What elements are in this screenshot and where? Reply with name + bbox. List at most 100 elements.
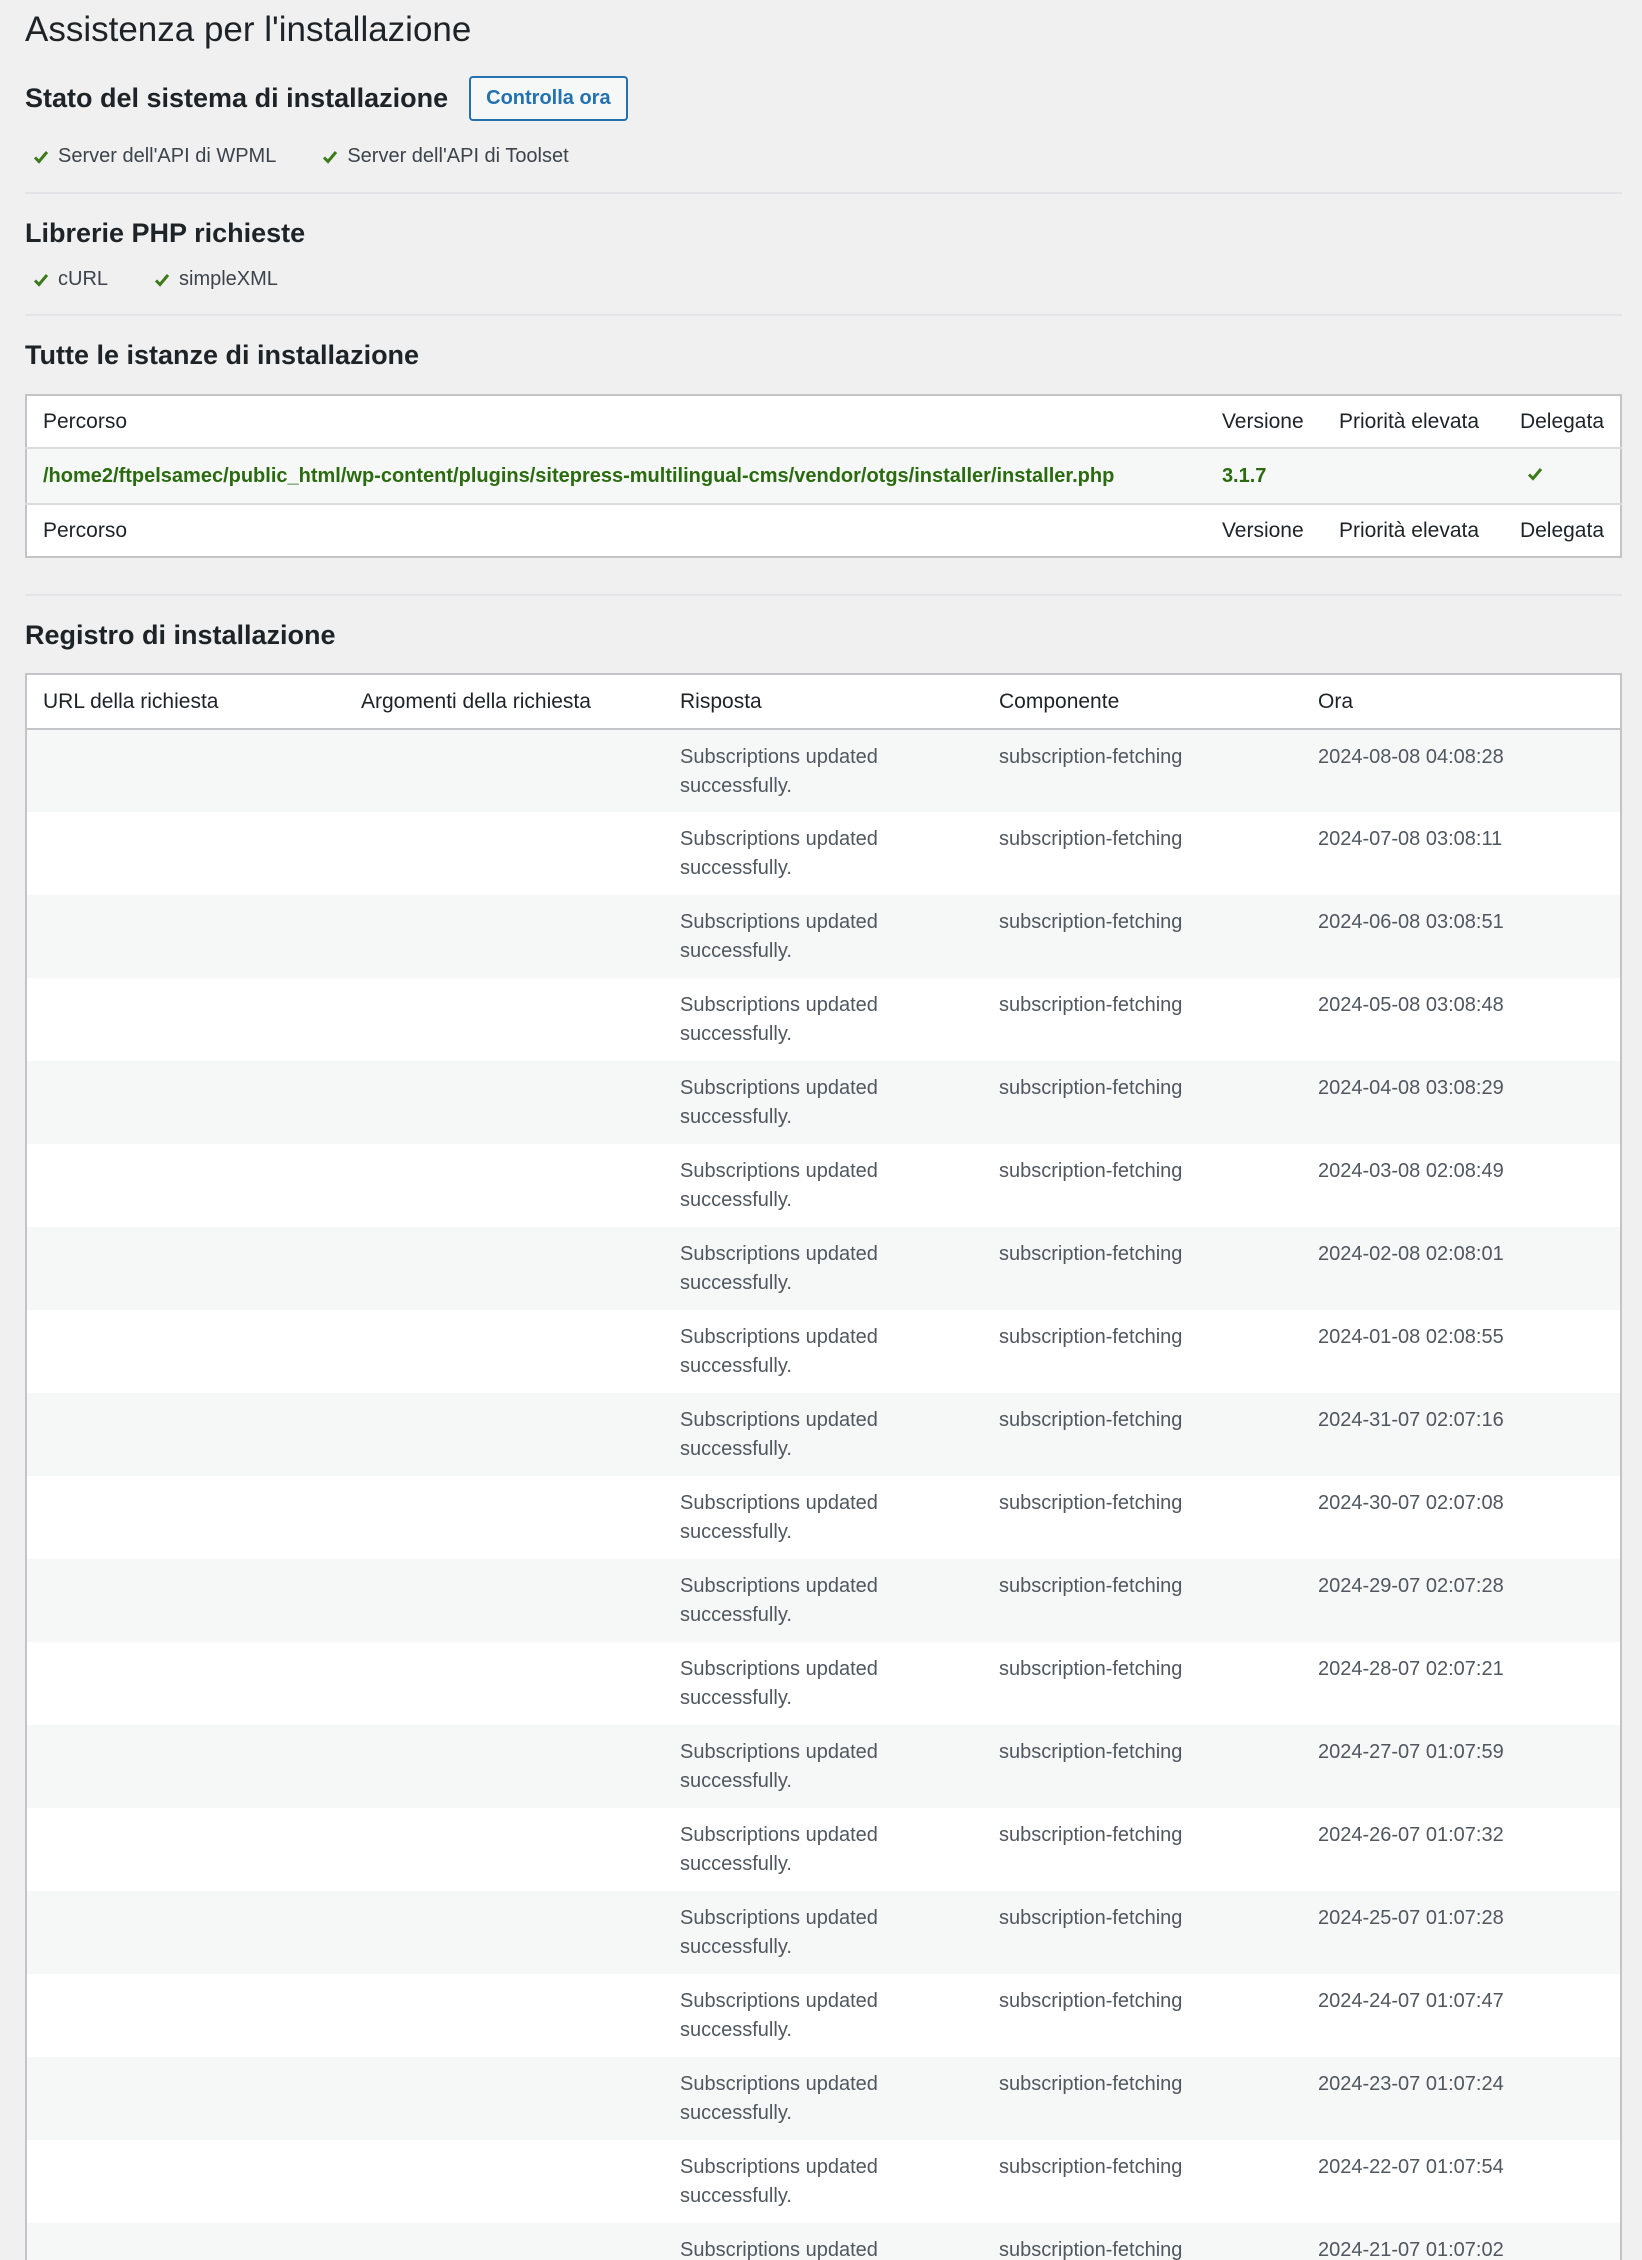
log-response-cell: Subscriptions updated successfully.	[664, 1227, 983, 1310]
instances-heading: Tutte le istanze di installazione	[25, 340, 420, 370]
log-response-cell: Subscriptions updated successfully.	[664, 978, 983, 1061]
check-item-simplexml: simpleXML	[146, 268, 278, 291]
table-row: Subscriptions updated successfully.subsc…	[26, 1227, 1621, 1310]
log-url-cell	[26, 2057, 345, 2140]
log-component-cell: subscription-fetching	[983, 812, 1302, 895]
log-response-cell: Subscriptions updated successfully.	[664, 1642, 983, 1725]
log-url-cell	[26, 1725, 345, 1808]
column-header-response: Risposta	[664, 674, 983, 730]
log-time-cell: 2024-25-07 01:07:28	[1302, 1891, 1621, 1974]
check-item-toolset-api: Server dell'API di Toolset	[314, 145, 569, 168]
log-url-cell	[26, 729, 345, 812]
log-url-cell	[26, 1144, 345, 1227]
log-time-cell: 2024-06-08 03:08:51	[1302, 895, 1621, 978]
installer-support-page: Assistenza per l'installazione Stato del…	[0, 0, 1642, 2260]
table-row: Subscriptions updated successfully.subsc…	[26, 729, 1621, 812]
column-footer-version: Versione	[1221, 518, 1304, 542]
check-label: simpleXML	[179, 268, 278, 290]
log-component-cell: subscription-fetching	[983, 895, 1302, 978]
column-header-priority: Priorità elevata	[1338, 409, 1480, 433]
log-component-cell: subscription-fetching	[983, 1642, 1302, 1725]
log-url-cell	[26, 978, 345, 1061]
log-url-cell	[26, 1393, 345, 1476]
log-time-cell: 2024-08-08 04:08:28	[1302, 729, 1621, 812]
log-time-cell: 2024-03-08 02:08:49	[1302, 1144, 1621, 1227]
log-component-cell: subscription-fetching	[983, 1144, 1302, 1227]
log-table: URL della richiesta Argomenti della rich…	[25, 673, 1622, 2260]
log-response-cell: Subscriptions updated successfully.	[664, 1974, 983, 2057]
log-component-cell: subscription-fetching	[983, 1808, 1302, 1891]
instance-delegated	[1503, 447, 1621, 505]
log-response-cell: Subscriptions updated successfully.	[664, 1476, 983, 1559]
log-args-cell	[345, 729, 664, 812]
log-time-cell: 2024-28-07 02:07:21	[1302, 1642, 1621, 1725]
column-header-path: Percorso	[43, 409, 128, 433]
log-time-cell: 2024-05-08 03:08:48	[1302, 978, 1621, 1061]
log-args-cell	[345, 1808, 664, 1891]
log-args-cell	[345, 1725, 664, 1808]
divider	[25, 314, 1622, 316]
log-response-cell: Subscriptions updated successfully.	[664, 1144, 983, 1227]
table-row: Subscriptions updated successfully.subsc…	[26, 1559, 1621, 1642]
column-footer-delegated: Delegata	[1519, 518, 1604, 542]
check-label: cURL	[58, 268, 109, 290]
log-component-cell: subscription-fetching	[983, 1725, 1302, 1808]
log-url-cell	[26, 1974, 345, 2057]
table-row: Subscriptions updated successfully.subsc…	[26, 1476, 1621, 1559]
table-row: Subscriptions updated successfully.subsc…	[26, 1642, 1621, 1725]
log-args-cell	[345, 1227, 664, 1310]
check-label: Server dell'API di WPML	[58, 145, 277, 167]
table-row: Subscriptions updated successfully.subsc…	[26, 978, 1621, 1061]
log-args-cell	[345, 1891, 664, 1974]
php-library-checks: cURL simpleXML	[25, 268, 1622, 291]
instances-table: Percorso Versione Priorità elevata Deleg…	[25, 394, 1622, 558]
log-url-cell	[26, 2223, 345, 2260]
log-component-cell: subscription-fetching	[983, 1393, 1302, 1476]
table-row: Subscriptions updated successfully.subsc…	[26, 2140, 1621, 2223]
log-time-cell: 2024-07-08 03:08:11	[1302, 812, 1621, 895]
log-time-cell: 2024-31-07 02:07:16	[1302, 1393, 1621, 1476]
table-row: /home2/ftpelsamec/public_html/wp-content…	[26, 447, 1621, 505]
log-url-cell	[26, 1310, 345, 1393]
log-args-cell	[345, 1393, 664, 1476]
log-url-cell	[26, 2140, 345, 2223]
log-time-cell: 2024-24-07 01:07:47	[1302, 1974, 1621, 2057]
column-header-version: Versione	[1221, 409, 1304, 433]
instance-path: /home2/ftpelsamec/public_html/wp-content…	[26, 447, 1206, 505]
table-row: Subscriptions updated successfully.subsc…	[26, 1891, 1621, 1974]
log-url-cell	[26, 1891, 345, 1974]
log-args-cell	[345, 895, 664, 978]
table-header-row: Percorso Versione Priorità elevata Deleg…	[26, 395, 1621, 448]
table-row: Subscriptions updated successfully.subsc…	[26, 2223, 1621, 2260]
log-args-cell	[345, 1476, 664, 1559]
log-args-cell	[345, 1974, 664, 2057]
log-args-cell	[345, 2140, 664, 2223]
checkmark-icon	[33, 273, 49, 287]
table-header-row: URL della richiesta Argomenti della rich…	[26, 674, 1621, 730]
instance-priority	[1322, 447, 1504, 505]
check-now-button[interactable]: Controlla ora	[469, 76, 628, 121]
log-time-cell: 2024-04-08 03:08:29	[1302, 1061, 1621, 1144]
log-table-body: Subscriptions updated successfully. subsc…	[26, 729, 1621, 2260]
log-heading: Registro di installazione	[25, 620, 336, 650]
log-args-cell	[345, 2057, 664, 2140]
log-time-cell: 2024-22-07 01:07:54	[1302, 2140, 1621, 2223]
table-row: Subscriptions updated successfully.subsc…	[26, 1393, 1621, 1476]
log-response-cell: Subscriptions updated successfully.	[664, 1725, 983, 1808]
instance-version: 3.1.7	[1205, 447, 1323, 505]
log-args-cell	[345, 812, 664, 895]
log-url-cell	[26, 1476, 345, 1559]
log-time-cell: 2024-01-08 02:08:55	[1302, 1310, 1621, 1393]
checkmark-icon	[154, 273, 170, 287]
php-libraries-heading: Librerie PHP richieste	[25, 218, 306, 248]
table-row: Subscriptions updated successfully.subsc…	[26, 2057, 1621, 2140]
api-server-checks: Server dell'API di WPML Server dell'API …	[25, 145, 1622, 168]
log-component-cell: subscription-fetching	[983, 978, 1302, 1061]
log-response-cell: Subscriptions updated successfully.	[664, 2140, 983, 2223]
table-row: Subscriptions updated successfully.subsc…	[26, 1061, 1621, 1144]
checkmark-icon	[33, 150, 49, 164]
log-url-cell	[26, 1559, 345, 1642]
log-response-cell: Subscriptions updated successfully.	[664, 1061, 983, 1144]
log-url-cell	[26, 1808, 345, 1891]
log-component-cell: subscription-fetching	[983, 1891, 1302, 1974]
